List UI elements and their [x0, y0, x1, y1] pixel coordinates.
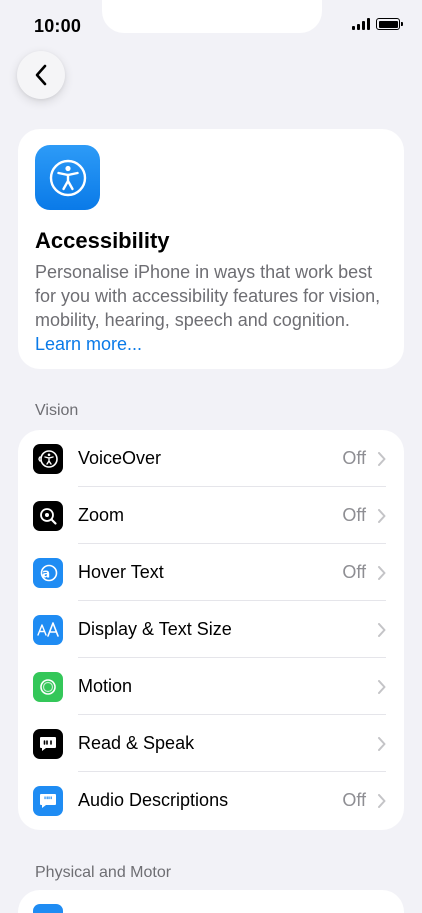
touch-icon — [33, 904, 63, 913]
row-label: Hover Text — [78, 562, 164, 582]
chevron-left-icon — [35, 64, 47, 86]
row-value: Off — [342, 448, 366, 468]
chevron-right-icon — [378, 793, 386, 808]
svg-text:": " — [48, 795, 53, 806]
row-label: Read & Speak — [78, 733, 195, 753]
motion-icon — [33, 671, 63, 702]
row-value: Off — [342, 505, 366, 525]
physical-motor-list — [18, 890, 404, 913]
status-bar: 10:00 — [0, 0, 422, 50]
chevron-right-icon — [378, 679, 386, 694]
battery-icon — [376, 18, 403, 30]
list-item-voiceover[interactable]: VoiceOver Off — [18, 430, 404, 487]
section-header-vision: Vision — [35, 402, 79, 419]
read-speak-icon — [33, 728, 63, 759]
row-label: Audio Descriptions — [78, 790, 229, 810]
voiceover-icon — [33, 443, 63, 474]
chevron-right-icon — [378, 508, 386, 523]
chevron-right-icon — [378, 736, 386, 751]
hover-text-icon: a — [33, 557, 63, 588]
row-value: Off — [342, 562, 366, 582]
list-item-audio-descriptions[interactable]: " " Audio Descriptions Off — [18, 772, 404, 829]
status-icons — [352, 18, 403, 30]
row-label: Display & Text Size — [78, 619, 232, 639]
accessibility-icon — [35, 145, 100, 210]
audio-descriptions-icon: " " — [33, 785, 63, 816]
zoom-icon — [33, 500, 63, 531]
vision-list: VoiceOver Off Zoom Off a Hover Text Off — [18, 430, 404, 830]
row-label: Zoom — [78, 505, 125, 525]
chevron-right-icon — [378, 451, 386, 466]
list-item-zoom[interactable]: Zoom Off — [18, 487, 404, 544]
notch — [102, 0, 322, 33]
hero-description: Personalise iPhone in ways that work bes… — [35, 260, 391, 356]
hero-card: Accessibility Personalise iPhone in ways… — [18, 129, 404, 369]
section-header-physical-motor: Physical and Motor — [35, 864, 172, 881]
row-label: Motion — [78, 676, 133, 696]
list-item-motion[interactable]: Motion — [18, 658, 404, 715]
list-item-display-text-size[interactable]: Display & Text Size — [18, 601, 404, 658]
svg-text:a: a — [42, 566, 50, 580]
list-item-hover-text[interactable]: a Hover Text Off — [18, 544, 404, 601]
learn-more-link[interactable]: Learn more... — [35, 334, 142, 354]
display-text-size-icon — [33, 614, 63, 645]
chevron-right-icon — [378, 565, 386, 580]
page-title: Accessibility — [35, 228, 170, 253]
row-value: Off — [342, 790, 366, 810]
row-label: VoiceOver — [78, 448, 162, 468]
status-time: 10:00 — [34, 16, 82, 36]
signal-icon — [352, 18, 370, 30]
list-item-read-speak[interactable]: Read & Speak — [18, 715, 404, 772]
hero-description-text: Personalise iPhone in ways that work bes… — [35, 262, 381, 330]
back-button[interactable] — [17, 51, 65, 99]
chevron-right-icon — [378, 622, 386, 637]
